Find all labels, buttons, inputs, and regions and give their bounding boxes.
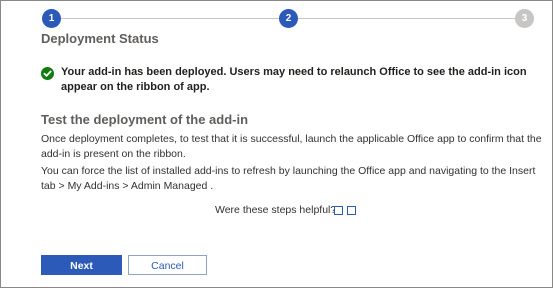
progress-stepper: 1 2 3 — [1, 1, 553, 31]
step-2-indicator: 2 — [279, 9, 298, 28]
deployment-status-title: Deployment Status — [41, 31, 159, 46]
stepper-line-1 — [61, 18, 280, 19]
test-deployment-heading: Test the deployment of the add-in — [41, 112, 249, 127]
stepper-line-2 — [298, 18, 517, 19]
deployment-success-message: Your add-in has been deployed. Users may… — [61, 66, 527, 93]
next-button[interactable]: Next — [41, 255, 122, 275]
feedback-yes-checkbox[interactable] — [334, 206, 343, 215]
step-3-indicator: 3 — [515, 9, 534, 28]
deployment-dialog: 1 2 3 Deployment Status Your add-in has … — [0, 0, 553, 288]
feedback-question: Were these steps helpful? — [215, 204, 337, 216]
test-instructions-paragraph: Once deployment completes, to test that … — [41, 133, 542, 160]
refresh-instructions-paragraph: You can force the list of installed add-… — [41, 165, 536, 192]
feedback-no-checkbox[interactable] — [347, 206, 356, 215]
check-circle-icon — [41, 67, 54, 80]
step-1-indicator: 1 — [42, 9, 61, 28]
cancel-button[interactable]: Cancel — [128, 255, 207, 275]
